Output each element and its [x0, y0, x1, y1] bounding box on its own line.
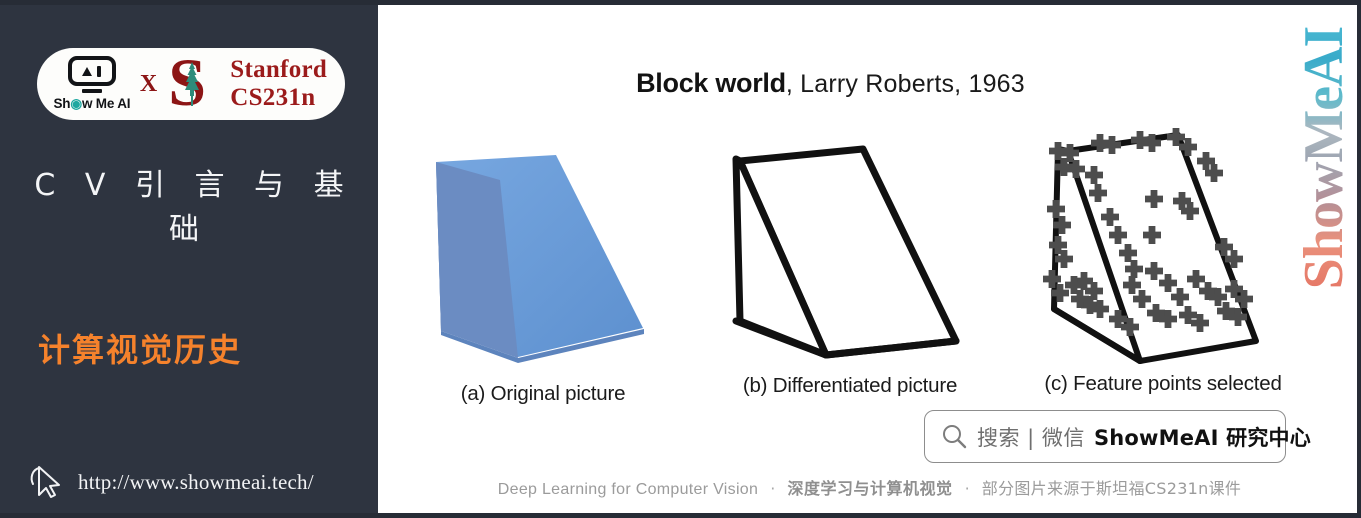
feature-cross-icon	[1103, 136, 1121, 154]
stanford-course-label: Stanford CS231n	[230, 56, 327, 112]
feature-cross-icon	[1187, 270, 1205, 288]
search-icon	[943, 425, 967, 449]
footer-cn-label: 部分图片来源于斯坦福CS231n课件	[981, 479, 1242, 498]
watermark-text: ShowMeAI	[1293, 26, 1355, 290]
caption-figure-a: (a) Original picture	[460, 382, 626, 405]
logo-stand-shape	[81, 89, 102, 93]
bar-shape	[97, 65, 102, 77]
feature-cross-icon	[1125, 260, 1143, 278]
main-content: Block world, Larry Roberts, 1963 (a) Ori…	[378, 5, 1357, 513]
collab-x-label: X	[139, 70, 158, 97]
sidebar-url-row[interactable]: http://www.showmeai.tech/	[28, 462, 314, 502]
feature-cross-icon	[1085, 166, 1103, 184]
feature-cross-icon	[1101, 208, 1119, 226]
footer-separator-2: ·	[964, 479, 970, 498]
feature-cross-icon	[1123, 276, 1141, 294]
sidebar: Sh◉w Me AI X S Stanford CS231n C V 引 言 与…	[0, 5, 378, 513]
feature-cross-icon	[1109, 226, 1127, 244]
figure-original-picture	[436, 155, 644, 363]
showmeai-logo: Sh◉w Me AI	[53, 56, 131, 112]
search-hint-label: 搜索 | 微信	[977, 425, 1085, 450]
stanford-line-2: CS231n	[230, 84, 316, 111]
footer-separator-1: ·	[770, 479, 776, 498]
footer-cn-strong-label: 深度学习与计算机视觉	[787, 479, 953, 498]
page-title: Block world, Larry Roberts, 1963	[378, 68, 1283, 99]
page-title-strong: Block world	[636, 68, 786, 98]
feature-cross-icon	[1145, 262, 1163, 280]
figure-feature-points-selected	[1043, 128, 1259, 364]
stanford-tree-logo: S	[168, 48, 216, 116]
search-brand-label: ShowMeAI 研究中心	[1093, 425, 1311, 450]
feature-cross-icon	[1133, 290, 1151, 308]
feature-cross-icon	[1143, 226, 1161, 244]
page-title-light: , Larry Roberts, 1963	[785, 70, 1025, 98]
sidebar-title: C V 引 言 与 基 础	[34, 168, 354, 247]
feature-cross-group	[1043, 128, 1253, 336]
sidebar-subtitle: 计算视觉历史	[38, 331, 243, 369]
feature-cross-icon	[1047, 200, 1065, 218]
caption-figure-c: (c) Feature points selected	[1044, 372, 1282, 395]
sidebar-url-label[interactable]: http://www.showmeai.tech/	[78, 470, 314, 495]
footer-bar: Deep Learning for Computer Vision · 深度学习…	[378, 475, 1357, 499]
caption-figure-b: (b) Differentiated picture	[742, 374, 958, 397]
logo-badge: Sh◉w Me AI X S Stanford CS231n	[37, 48, 345, 120]
stanford-line-1: Stanford	[230, 56, 328, 83]
showmeai-robot-icon	[67, 56, 116, 87]
caret-shape	[82, 66, 93, 76]
figure-differentiated-picture	[732, 145, 960, 359]
feature-cross-icon	[1049, 142, 1067, 160]
feature-cross-icon	[1159, 274, 1177, 292]
showmeai-watermark: ShowMeAI	[1293, 26, 1355, 290]
stanford-tree-icon	[185, 62, 200, 106]
showmeai-wordmark: Sh◉w Me AI	[53, 95, 131, 111]
feature-cross-icon	[1171, 288, 1189, 306]
cursor-pointer-icon	[30, 466, 60, 498]
feature-cross-icon	[1119, 244, 1137, 262]
wechat-search-bar[interactable]: 搜索 | 微信 ShowMeAI 研究中心	[924, 410, 1311, 463]
slide-root: Sh◉w Me AI X S Stanford CS231n C V 引 言 与…	[0, 0, 1361, 518]
footer-en-label: Deep Learning for Computer Vision	[497, 481, 759, 498]
feature-cross-icon	[1089, 184, 1107, 202]
feature-cross-icon	[1145, 190, 1163, 208]
